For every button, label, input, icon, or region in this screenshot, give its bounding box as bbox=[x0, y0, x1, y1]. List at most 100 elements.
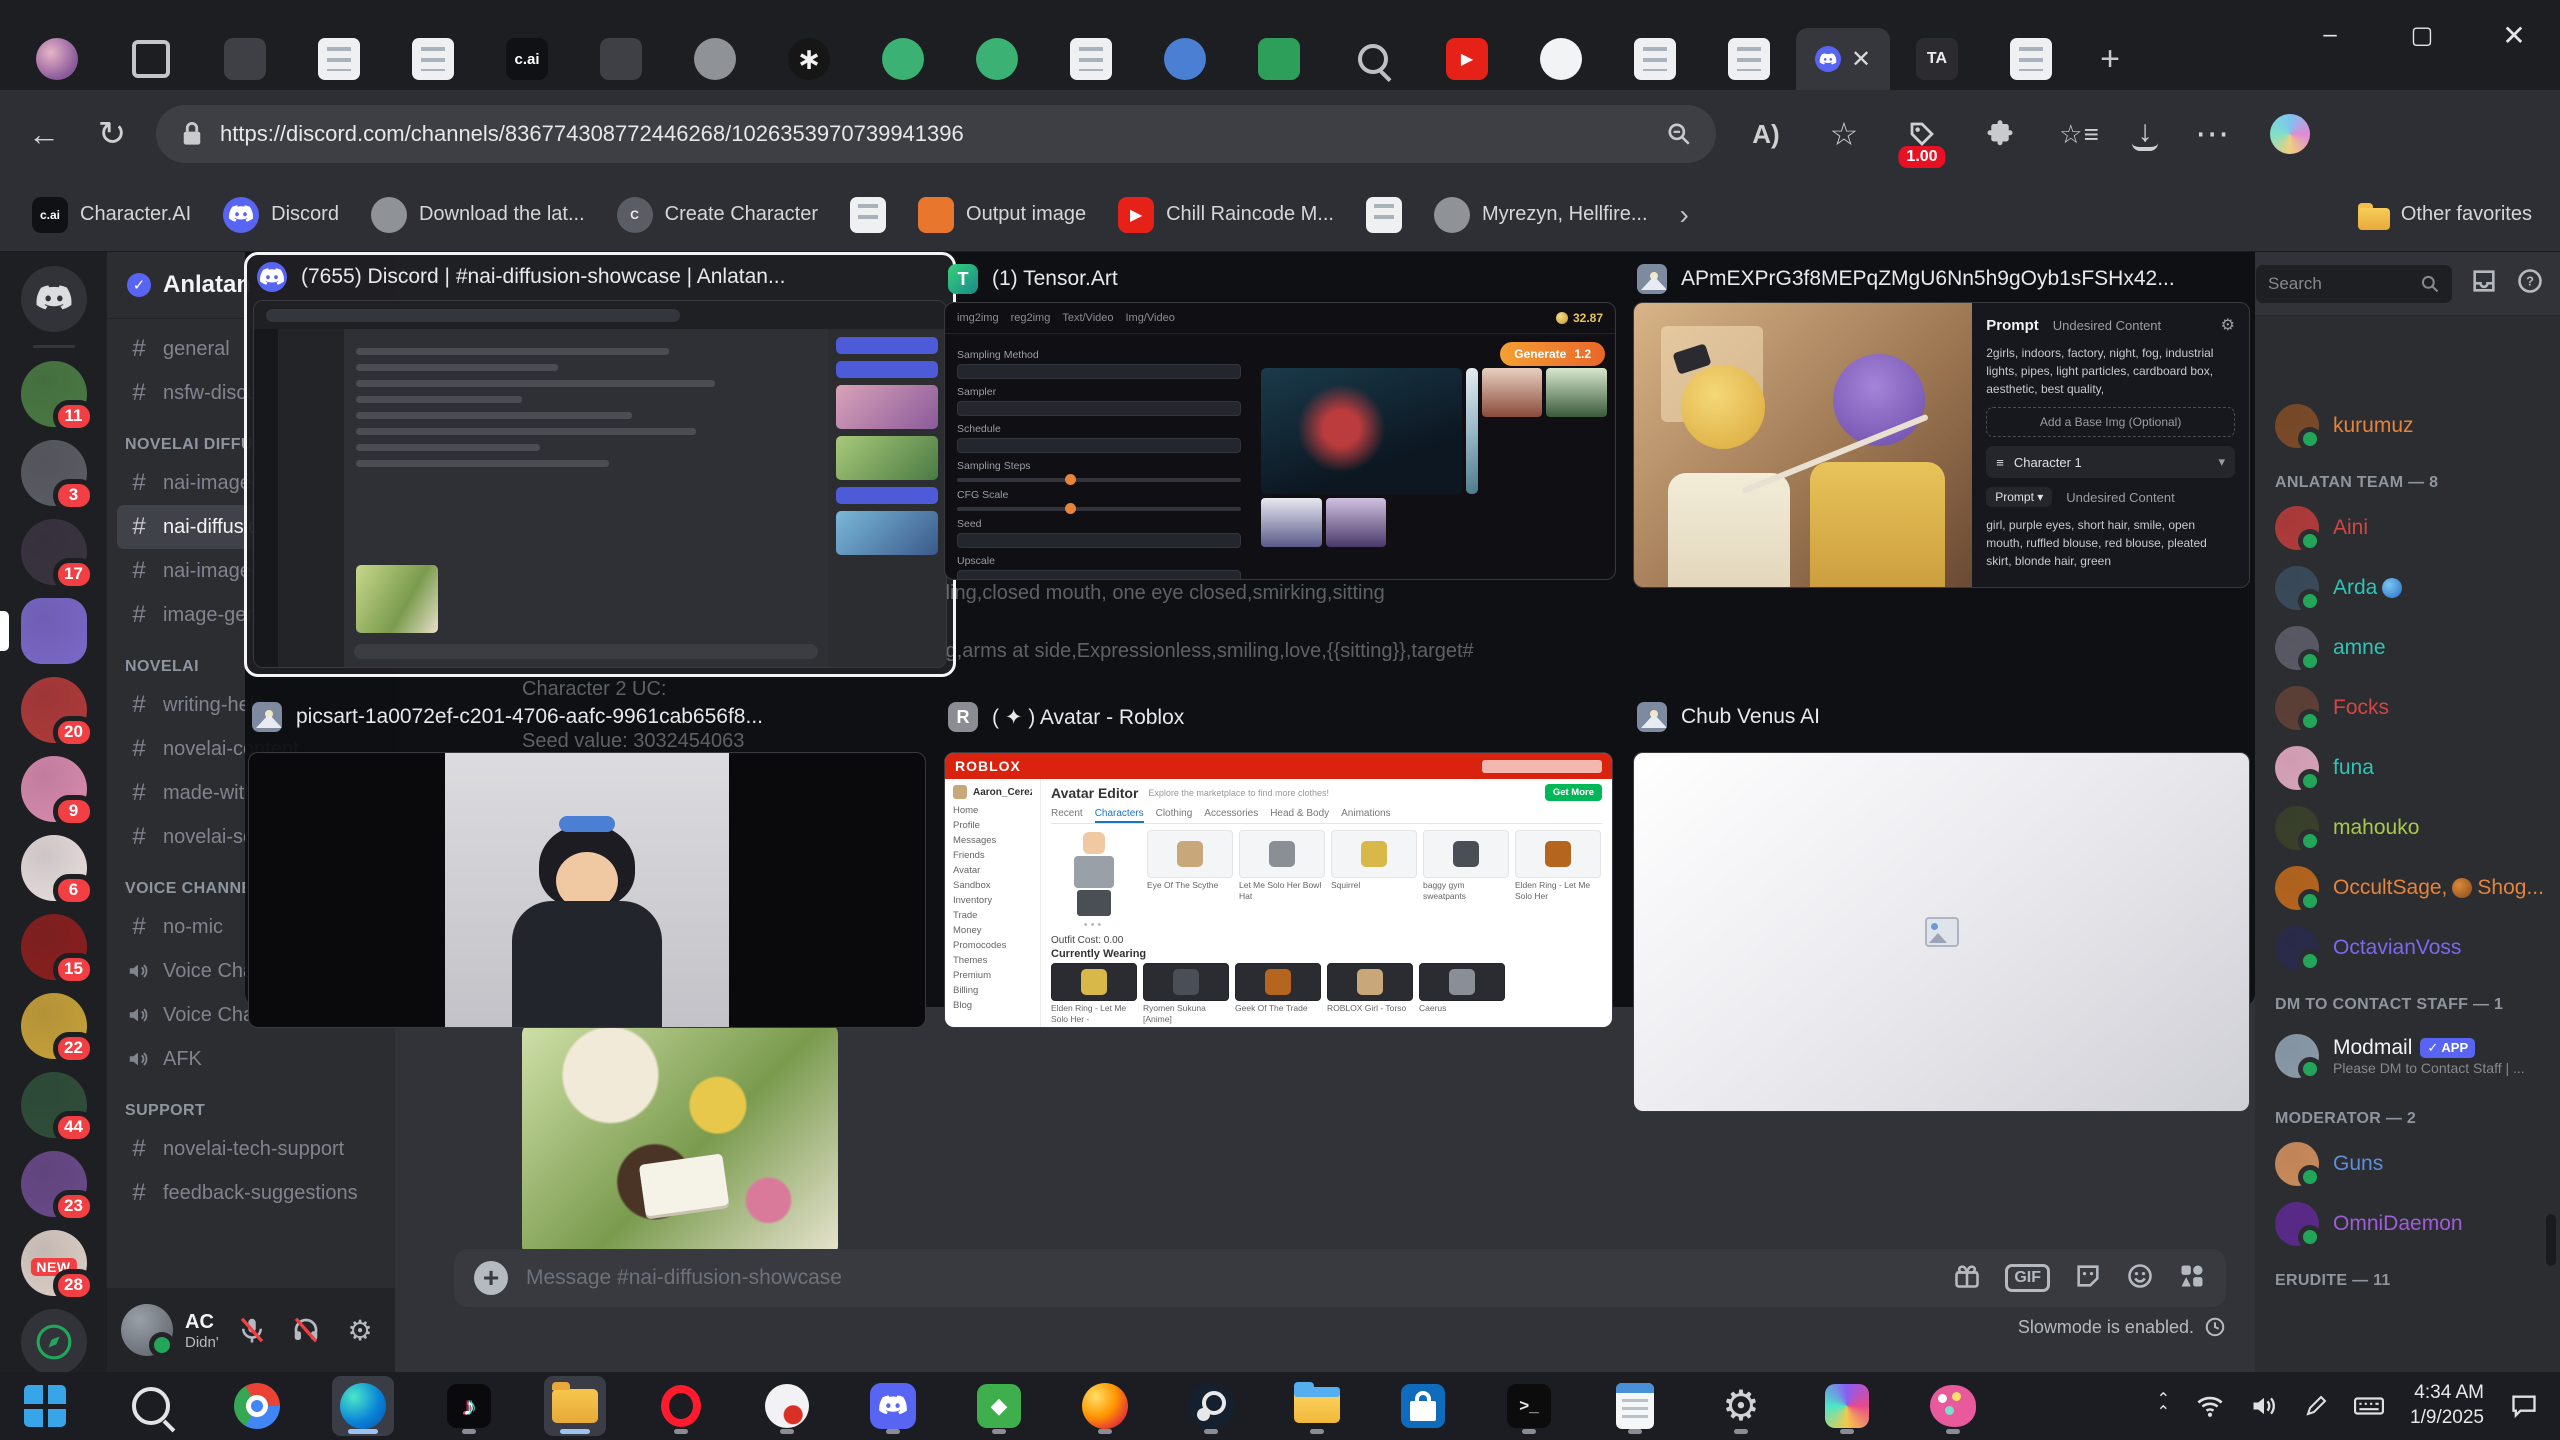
roblox-nav-billing[interactable]: Billing bbox=[953, 985, 1032, 996]
wifi-icon[interactable] bbox=[2196, 1394, 2224, 1418]
window-thumbnail-discord-mini[interactable] bbox=[253, 300, 947, 668]
notepad-taskbar-button[interactable] bbox=[1604, 1376, 1666, 1436]
green-taskbar-button[interactable] bbox=[968, 1376, 1030, 1436]
roblox-nav-friends[interactable]: Friends bbox=[953, 850, 1032, 861]
generate-button[interactable]: Generate1.2 bbox=[1500, 342, 1605, 366]
window-thumbnail-tensor[interactable]: img2imgreg2imgText/VideoImg/Video 32.87 … bbox=[944, 302, 1616, 580]
roblox-item[interactable]: Eye Of The Scythe bbox=[1147, 830, 1233, 931]
roblox-tab[interactable]: Recent bbox=[1051, 806, 1083, 823]
start-taskbar-button[interactable] bbox=[14, 1376, 76, 1436]
roblox-nav-money[interactable]: Money bbox=[953, 925, 1032, 936]
tab-doc-1[interactable] bbox=[292, 28, 386, 90]
shopping-tag-icon[interactable]: 1.00 bbox=[1898, 110, 1946, 158]
tiktok-taskbar-button[interactable] bbox=[438, 1376, 500, 1436]
terminal-taskbar-button[interactable] bbox=[1498, 1376, 1560, 1436]
worn-item[interactable]: Elden Ring - Let Me Solo Her - bbox=[1051, 963, 1137, 1024]
tab-blue-1[interactable] bbox=[1138, 28, 1232, 90]
roblox-item[interactable]: Elden Ring - Let Me Solo Her bbox=[1515, 830, 1601, 931]
bookmark-download-the-lat-[interactable]: Download the lat... bbox=[357, 189, 599, 241]
member-funa[interactable]: funa bbox=[2275, 738, 2550, 798]
emoji-icon[interactable] bbox=[2126, 1262, 2154, 1295]
add-favorite-icon[interactable] bbox=[1820, 110, 1868, 158]
taskbar-clock[interactable]: 4:34 AM 1/9/2025 bbox=[2410, 1381, 2484, 1430]
member-octavianvoss[interactable]: OctavianVoss bbox=[2275, 918, 2550, 978]
store-taskbar-button[interactable] bbox=[1392, 1376, 1454, 1436]
server-8[interactable]: 15 bbox=[21, 914, 87, 980]
bookmark-output-image[interactable]: Output image bbox=[904, 189, 1100, 241]
chat-image-attachment[interactable] bbox=[522, 1024, 838, 1256]
address-bar[interactable]: https://discord.com/channels/83677430877… bbox=[156, 105, 1716, 163]
tab-doc-3[interactable] bbox=[1044, 28, 1138, 90]
server-3[interactable]: 17 bbox=[21, 519, 87, 585]
workspaces-tab[interactable] bbox=[104, 28, 198, 90]
roblox-nav-avatar[interactable]: Avatar bbox=[953, 865, 1032, 876]
member-omnidaemon[interactable]: OmniDaemon bbox=[2275, 1194, 2550, 1254]
tab-green-1[interactable] bbox=[856, 28, 950, 90]
member-kurumuz[interactable]: kurumuz bbox=[2275, 396, 2550, 456]
window-card-tensor[interactable]: (1) Tensor.Artimg2imgreg2imgText/VideoIm… bbox=[944, 260, 1616, 580]
tab-doc-5[interactable] bbox=[1702, 28, 1796, 90]
roblox-tab[interactable]: Head & Body bbox=[1270, 806, 1329, 823]
member-amne[interactable]: amne bbox=[2275, 618, 2550, 678]
channel-novelai-tech-support[interactable]: #novelai-tech-support bbox=[117, 1127, 385, 1171]
roblox-tab[interactable]: Animations bbox=[1341, 806, 1390, 823]
worn-item[interactable]: Caerus bbox=[1419, 963, 1505, 1024]
member-mahouko[interactable]: mahouko bbox=[2275, 798, 2550, 858]
worn-item[interactable]: Ryomen Sukuna [Anime] bbox=[1143, 963, 1229, 1024]
copilot-icon[interactable] bbox=[2266, 110, 2314, 158]
member-occultsage-[interactable]: OccultSage,Shog... bbox=[2275, 858, 2550, 918]
tray-expand-icon[interactable]: ⌃⌃ bbox=[2157, 1393, 2170, 1419]
maximize-button[interactable]: ▢ bbox=[2376, 0, 2468, 70]
member-focks[interactable]: Focks bbox=[2275, 678, 2550, 738]
window-card-roblox[interactable]: ( ✦ ) Avatar - RobloxROBLOX Aaron_Cereza… bbox=[944, 698, 1613, 1028]
channel-section-support[interactable]: SUPPORT bbox=[117, 1095, 385, 1127]
member-aini[interactable]: Aini bbox=[2275, 498, 2550, 558]
tab-white-1[interactable] bbox=[1514, 28, 1608, 90]
explore-servers[interactable] bbox=[21, 1309, 87, 1372]
window-thumbnail-novelai[interactable]: PromptUndesired Content⚙ 2girls, indoors… bbox=[1633, 302, 2250, 588]
minimize-button[interactable]: – bbox=[2284, 0, 2376, 70]
members-scrollbar[interactable] bbox=[2546, 1214, 2556, 1266]
settings-taskbar-button[interactable] bbox=[1710, 1376, 1772, 1436]
server-2[interactable]: 3 bbox=[21, 440, 87, 506]
server-anlatan[interactable] bbox=[21, 598, 87, 664]
chrome-taskbar-button[interactable] bbox=[226, 1376, 288, 1436]
close-window-button[interactable]: ✕ bbox=[2468, 0, 2560, 70]
roblox-nav-profile[interactable]: Profile bbox=[953, 820, 1032, 831]
server-11[interactable]: 23 bbox=[21, 1151, 87, 1217]
touch-keyboard-icon[interactable] bbox=[2354, 1394, 2384, 1418]
folderapp-taskbar-button[interactable] bbox=[544, 1376, 606, 1436]
window-card-novelai[interactable]: APmEXPrG3f8MEPqZMgU6Nn5h9gOyb1sFSHx42...… bbox=[1633, 260, 2250, 588]
roblox-nav-sandbox[interactable]: Sandbox bbox=[953, 880, 1032, 891]
character-ai-tab[interactable]: c.ai bbox=[480, 28, 574, 90]
pinned-tab-1[interactable] bbox=[198, 28, 292, 90]
tab-doc-4[interactable] bbox=[1608, 28, 1702, 90]
window-card-discord-mini[interactable]: (7655) Discord | #nai-diffusion-showcase… bbox=[244, 252, 956, 677]
window-thumbnail-roblox[interactable]: ROBLOX Aaron_CerezaHomeProfileMessagesFr… bbox=[944, 752, 1613, 1028]
roblox-tab[interactable]: Characters bbox=[1095, 806, 1144, 823]
edge-taskbar-button[interactable] bbox=[332, 1376, 394, 1436]
window-card-chub[interactable]: Chub Venus AI bbox=[1633, 698, 2250, 1112]
discord-taskbar-button[interactable] bbox=[862, 1376, 924, 1436]
tensor-art-tab[interactable]: TA bbox=[1890, 28, 1984, 90]
server-5[interactable]: 20 bbox=[21, 677, 87, 743]
search-taskbar-button[interactable] bbox=[120, 1376, 182, 1436]
help-icon[interactable]: ? bbox=[2516, 267, 2544, 300]
downloads-icon[interactable] bbox=[2132, 117, 2158, 151]
add-base-img-button[interactable]: Add a Base Img (Optional) bbox=[1986, 407, 2235, 437]
bookmark-chill-raincode-m-[interactable]: Chill Raincode M... bbox=[1104, 189, 1348, 241]
chatgpt-tab[interactable] bbox=[762, 28, 856, 90]
roblox-item[interactable]: Squirrel bbox=[1331, 830, 1417, 931]
user-settings-gear-icon[interactable]: ⚙ bbox=[339, 1309, 381, 1351]
char-prompt-tab[interactable]: Prompt ▾ bbox=[1986, 487, 2052, 507]
tab-search[interactable] bbox=[1326, 28, 1420, 90]
worn-item[interactable]: Geek Of The Trade bbox=[1235, 963, 1321, 1024]
server-1[interactable]: 11 bbox=[21, 361, 87, 427]
character-1-row[interactable]: ≡Character 1▾ bbox=[1986, 446, 2235, 478]
gif-picker-icon[interactable]: GIF bbox=[2005, 1264, 2050, 1292]
attach-plus-icon[interactable]: + bbox=[474, 1261, 508, 1295]
user-avatar[interactable] bbox=[121, 1304, 173, 1356]
member-guns[interactable]: Guns bbox=[2275, 1134, 2550, 1194]
profile-tab[interactable] bbox=[10, 28, 104, 90]
roblox-nav-themes[interactable]: Themes bbox=[953, 955, 1032, 966]
